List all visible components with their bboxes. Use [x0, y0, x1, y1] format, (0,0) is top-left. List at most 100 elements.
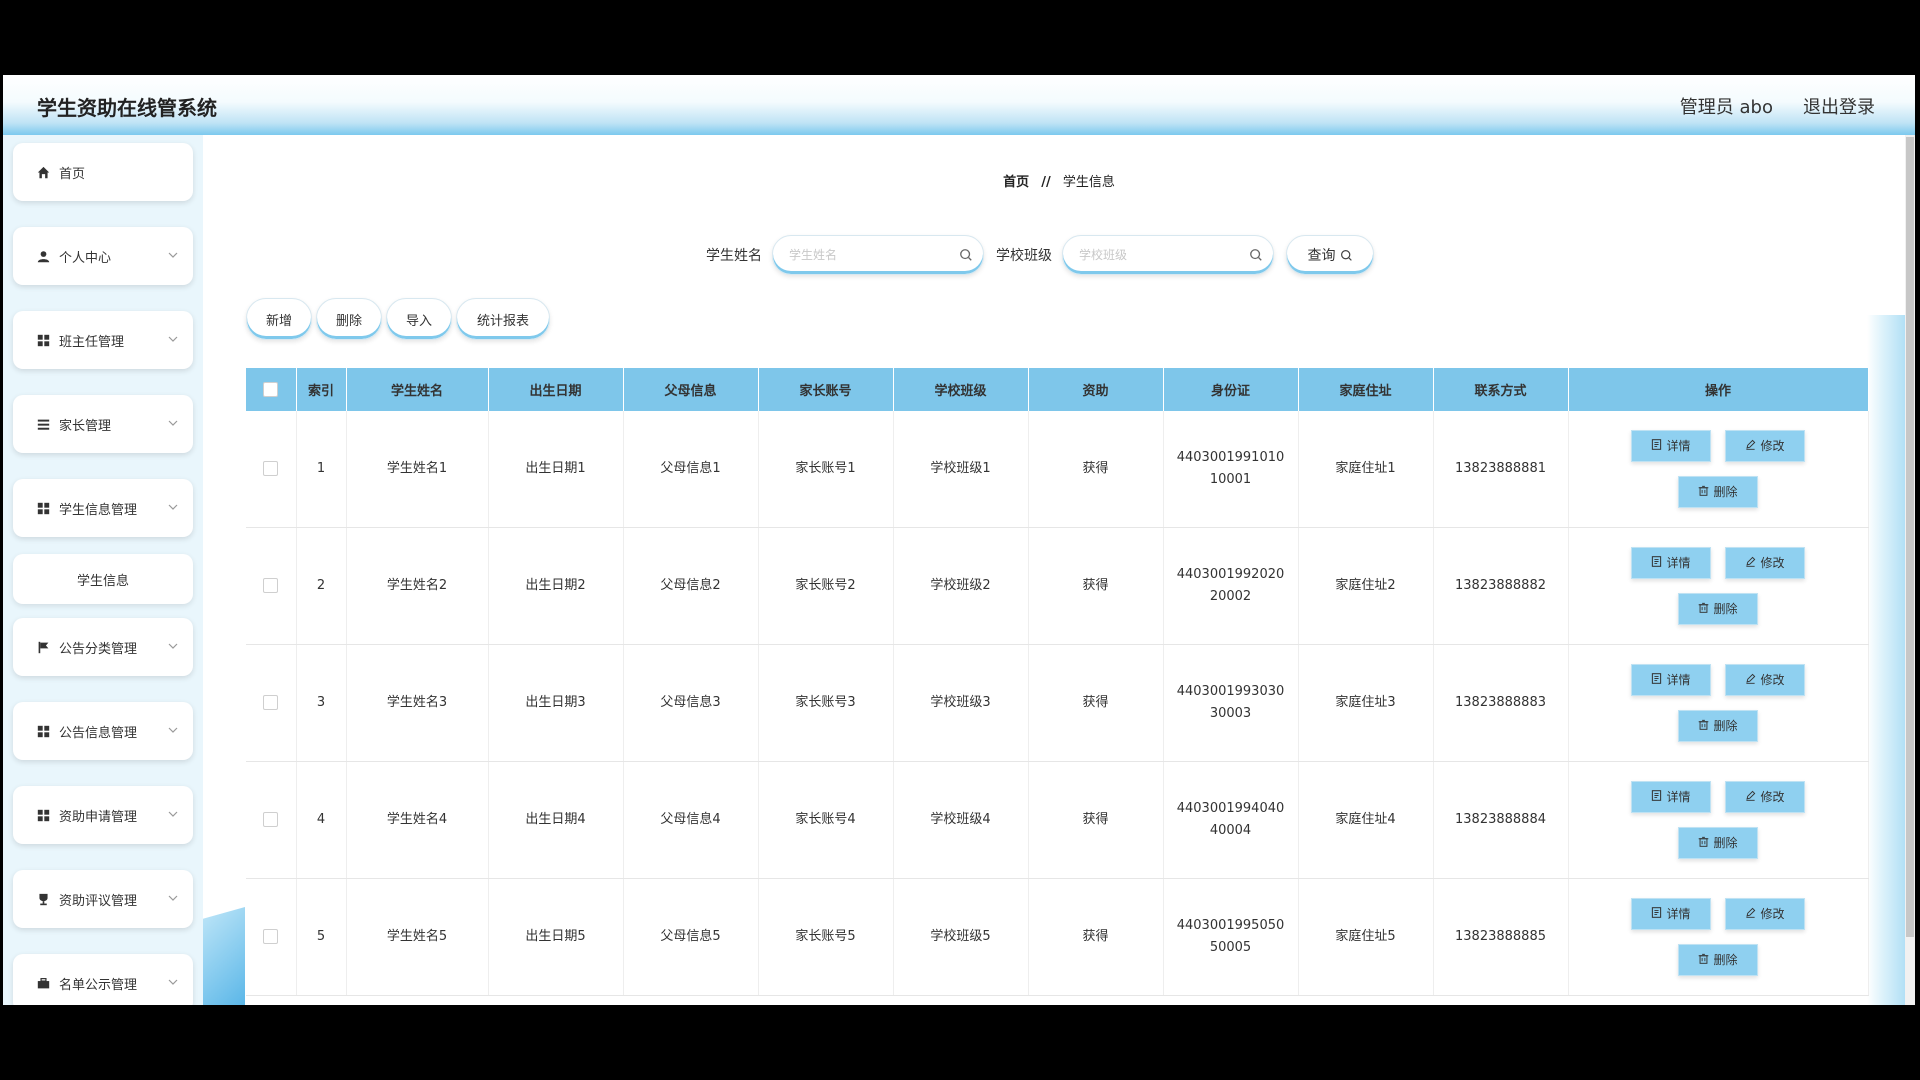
detail-button[interactable]: 详情 [1631, 898, 1711, 930]
edit-icon [1745, 435, 1760, 457]
row-delete-button[interactable]: 删除 [1678, 710, 1758, 742]
sidebar-item-parents[interactable]: 家长管理 [13, 395, 193, 453]
row-checkbox[interactable] [263, 578, 279, 593]
sidebar-item-label: 公告分类管理 [59, 641, 138, 657]
sidebar-item-aid-application[interactable]: 资助申请管理 [13, 786, 193, 844]
breadcrumb: 首页 // 学生信息 [203, 171, 1915, 190]
chevron-down-icon [168, 643, 178, 649]
detail-button[interactable]: 详情 [1631, 781, 1711, 813]
sidebar-item-aid-review[interactable]: 资助评议管理 [13, 870, 193, 928]
delete-button-label: 删除 [1713, 836, 1738, 850]
search-icon [960, 249, 972, 261]
column-header: 出生日期 [488, 368, 624, 411]
student-name-cell: 学生姓名3 [346, 644, 489, 762]
table-row: 4 学生姓名4 出生日期4 父母信息4 家长账号4 学校班级4 获得 440300199404… [246, 761, 1869, 879]
trash-icon [1698, 715, 1713, 737]
row-delete-button[interactable]: 删除 [1678, 593, 1758, 625]
id-card-line: 4403001994040 [1176, 801, 1285, 816]
detail-button[interactable]: 详情 [1631, 430, 1711, 462]
sidebar-item-label: 学生信息管理 [59, 502, 138, 518]
edit-button[interactable]: 修改 [1725, 547, 1805, 579]
school-class-input[interactable] [1077, 245, 1241, 265]
detail-button-label: 详情 [1666, 556, 1691, 570]
table-row: 5 学生姓名5 出生日期5 父母信息5 家长账号5 学校班级5 获得 440300199505… [246, 878, 1869, 996]
school-class-label: 学校班级 [996, 248, 1052, 264]
sidebar-item-notice-category[interactable]: 公告分类管理 [13, 618, 193, 676]
aid-cell: 获得 [1028, 878, 1164, 996]
school-class-cell: 学校班级3 [893, 644, 1029, 762]
query-button[interactable]: 查询 [1286, 235, 1374, 275]
edit-icon [1745, 669, 1760, 691]
row-select-cell [246, 644, 297, 762]
row-delete-button[interactable]: 删除 [1678, 944, 1758, 976]
home-icon [36, 165, 50, 179]
sidebar-item-list-publicity[interactable]: 名单公示管理 [13, 954, 193, 1005]
row-delete-button[interactable]: 删除 [1678, 827, 1758, 859]
edit-button[interactable]: 修改 [1725, 664, 1805, 696]
row-checkbox[interactable] [263, 812, 279, 827]
birth-date-cell: 出生日期3 [488, 644, 624, 762]
student-name-cell: 学生姓名5 [346, 878, 489, 996]
row-checkbox[interactable] [263, 461, 279, 476]
vertical-scrollbar[interactable] [1905, 135, 1915, 1005]
table-row: 1 学生姓名1 出生日期1 父母信息1 家长账号1 学校班级1 获得 440300199101… [246, 411, 1869, 528]
edit-button[interactable]: 修改 [1725, 430, 1805, 462]
sidebar-item-notice-info[interactable]: 公告信息管理 [13, 702, 193, 760]
row-delete-button[interactable]: 删除 [1678, 476, 1758, 508]
sidebar-item-home[interactable]: 首页 [13, 143, 193, 201]
column-header: 索引 [296, 368, 347, 411]
sidebar-item-label: 首页 [59, 166, 86, 182]
aid-cell: 获得 [1028, 761, 1164, 879]
aid-cell: 获得 [1028, 644, 1164, 762]
sidebar-item-student-info-mgmt[interactable]: 学生信息管理 [13, 479, 193, 537]
scrollbar-thumb[interactable] [1906, 137, 1914, 937]
sidebar-item-label: 名单公示管理 [59, 977, 138, 993]
grid-icon [36, 333, 50, 347]
trash-icon [1698, 832, 1713, 854]
row-checkbox[interactable] [263, 695, 279, 710]
breadcrumb-separator: // [1041, 175, 1051, 190]
import-button[interactable]: 导入 [386, 298, 452, 340]
select-all-header [246, 368, 297, 411]
breadcrumb-home[interactable]: 首页 [1003, 175, 1029, 190]
select-all-checkbox[interactable] [263, 382, 279, 397]
sidebar-subitem-student-info[interactable]: 学生信息 [13, 554, 193, 604]
edit-button[interactable]: 修改 [1725, 781, 1805, 813]
student-name-search-box [772, 235, 984, 275]
trash-icon [1698, 598, 1713, 620]
sidebar-item-label: 班主任管理 [59, 334, 125, 350]
sidebar-item-headteacher[interactable]: 班主任管理 [13, 311, 193, 369]
birth-date-cell: 出生日期2 [488, 527, 624, 645]
detail-button[interactable]: 详情 [1631, 547, 1711, 579]
add-button[interactable]: 新增 [246, 298, 312, 340]
flag-icon [36, 640, 50, 654]
grid-icon [36, 724, 50, 738]
phone-cell: 13823888882 [1433, 527, 1569, 645]
document-icon [1651, 552, 1666, 574]
detail-button[interactable]: 详情 [1631, 664, 1711, 696]
edit-button-label: 修改 [1760, 790, 1785, 804]
document-icon [1651, 669, 1666, 691]
aid-cell: 获得 [1028, 527, 1164, 645]
statistics-report-button[interactable]: 统计报表 [456, 298, 550, 340]
parent-account-cell: 家长账号4 [758, 761, 894, 879]
admin-label: 管理员 abo [1679, 97, 1773, 118]
id-card-cell: 4403001995050 50005 [1163, 878, 1299, 996]
sidebar-item-personal-center[interactable]: 个人中心 [13, 227, 193, 285]
sidebar-item-label: 资助申请管理 [59, 809, 138, 825]
logout-link[interactable]: 退出登录 [1803, 93, 1875, 119]
sidebar-item-label: 家长管理 [59, 418, 112, 434]
student-name-input[interactable] [787, 245, 951, 265]
delete-button[interactable]: 删除 [316, 298, 382, 340]
detail-button-label: 详情 [1666, 790, 1691, 804]
chevron-down-icon [168, 979, 178, 985]
detail-button-label: 详情 [1666, 439, 1691, 453]
school-class-cell: 学校班级5 [893, 878, 1029, 996]
sidebar-item-label: 学生信息 [76, 573, 129, 589]
row-checkbox[interactable] [263, 929, 279, 944]
row-select-cell [246, 761, 297, 879]
id-card-cell: 4403001992020 20002 [1163, 527, 1299, 645]
edit-button[interactable]: 修改 [1725, 898, 1805, 930]
search-icon [1250, 249, 1262, 261]
phone-cell: 13823888885 [1433, 878, 1569, 996]
